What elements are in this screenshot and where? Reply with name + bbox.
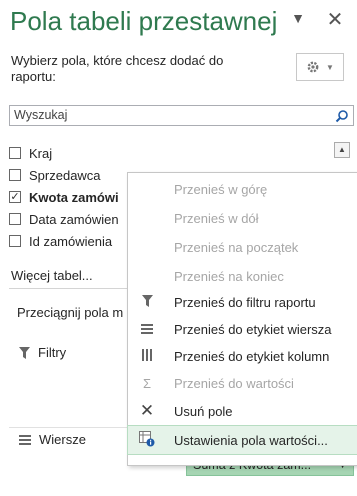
search-input[interactable] <box>14 108 314 122</box>
search-box[interactable] <box>9 105 354 126</box>
field-context-menu: Przenieś w górę Przenieś w dół Przenieś … <box>127 172 357 466</box>
search-icon[interactable] <box>335 109 349 123</box>
menu-item-label: Ustawienia pola wartości... <box>174 432 328 448</box>
close-x-icon: ✕ <box>139 401 155 420</box>
field-label: Kwota zamówi <box>29 189 119 205</box>
menu-item-remove-field[interactable]: ✕ Usuń pole <box>128 397 357 425</box>
menu-item-label: Przenieś w dół <box>174 210 259 226</box>
menu-item-value-field-settings[interactable]: Ustawienia pola wartości... <box>127 425 357 455</box>
rows-area-label: Wiersze <box>39 432 86 447</box>
filters-area-header: Filtry <box>19 345 66 360</box>
area-divider <box>9 427 127 428</box>
rows-icon <box>136 322 158 337</box>
close-icon[interactable]: ✕ <box>324 7 346 32</box>
menu-item-move-to-beginning[interactable]: Przenieś na początek <box>128 233 357 261</box>
tools-button[interactable]: ▼ <box>296 53 344 81</box>
pane-options-dropdown[interactable]: ▼ <box>290 10 306 30</box>
field-checkbox[interactable] <box>9 213 21 225</box>
menu-item-label: Przenieś do wartości <box>174 375 294 391</box>
field-label: Sprzedawca <box>29 167 101 183</box>
field-checkbox[interactable] <box>9 147 21 159</box>
chevron-down-icon: ▼ <box>291 10 305 26</box>
menu-item-move-to-values[interactable]: Σ Przenieś do wartości <box>128 369 357 397</box>
menu-item-label: Przenieś do filtru raportu <box>174 294 316 310</box>
filter-icon <box>136 294 158 310</box>
menu-item-move-down[interactable]: Przenieś w dół <box>128 204 357 232</box>
filters-area-label: Filtry <box>38 345 67 360</box>
menu-item-label: Przenieś do etykiet kolumn <box>174 348 330 364</box>
checkmark-icon: ✓ <box>10 190 20 203</box>
menu-item-move-to-report-filter[interactable]: Przenieś do filtru raportu <box>128 288 357 316</box>
columns-icon <box>136 348 158 364</box>
field-checkbox[interactable] <box>9 169 21 181</box>
menu-item-label: Przenieś w górę <box>174 181 268 197</box>
field-settings-icon <box>136 430 158 450</box>
drag-fields-hint: Przeciągnij pola m <box>17 305 124 320</box>
filter-icon <box>19 346 30 359</box>
menu-item-move-to-end[interactable]: Przenieś na koniec <box>128 262 357 290</box>
field-label: Data zamówien <box>29 211 119 227</box>
chevron-down-icon: ▼ <box>326 62 334 72</box>
field-checkbox[interactable] <box>9 235 21 247</box>
sigma-icon: Σ <box>142 375 152 391</box>
more-tables-link[interactable]: Więcej tabel... <box>11 268 93 283</box>
field-label: Kraj <box>29 145 53 161</box>
gear-icon <box>307 61 319 73</box>
pane-subtitle: Wybierz pola, które chcesz dodać do rapo… <box>11 53 224 84</box>
pane-title: Pola tabeli przestawnej <box>10 6 278 36</box>
menu-item-label: Przenieś do etykiet wiersza <box>174 321 332 337</box>
menu-item-move-up[interactable]: Przenieś w górę <box>128 175 357 203</box>
rows-area-header: Wiersze <box>19 432 86 447</box>
menu-item-label: Usuń pole <box>174 403 233 419</box>
field-label: Id zamówienia <box>29 233 113 249</box>
menu-item-label: Przenieś na początek <box>174 239 299 255</box>
field-checkbox-checked[interactable]: ✓ <box>9 191 21 203</box>
menu-item-move-to-row-labels[interactable]: Przenieś do etykiet wiersza <box>128 315 357 343</box>
scroll-up-arrow-icon[interactable]: ▲ <box>334 142 350 158</box>
field-item-kraj[interactable]: Kraj <box>9 142 329 164</box>
menu-item-label: Przenieś na koniec <box>174 268 284 284</box>
menu-item-move-to-column-labels[interactable]: Przenieś do etykiet kolumn <box>128 342 357 370</box>
rows-icon <box>19 434 31 445</box>
